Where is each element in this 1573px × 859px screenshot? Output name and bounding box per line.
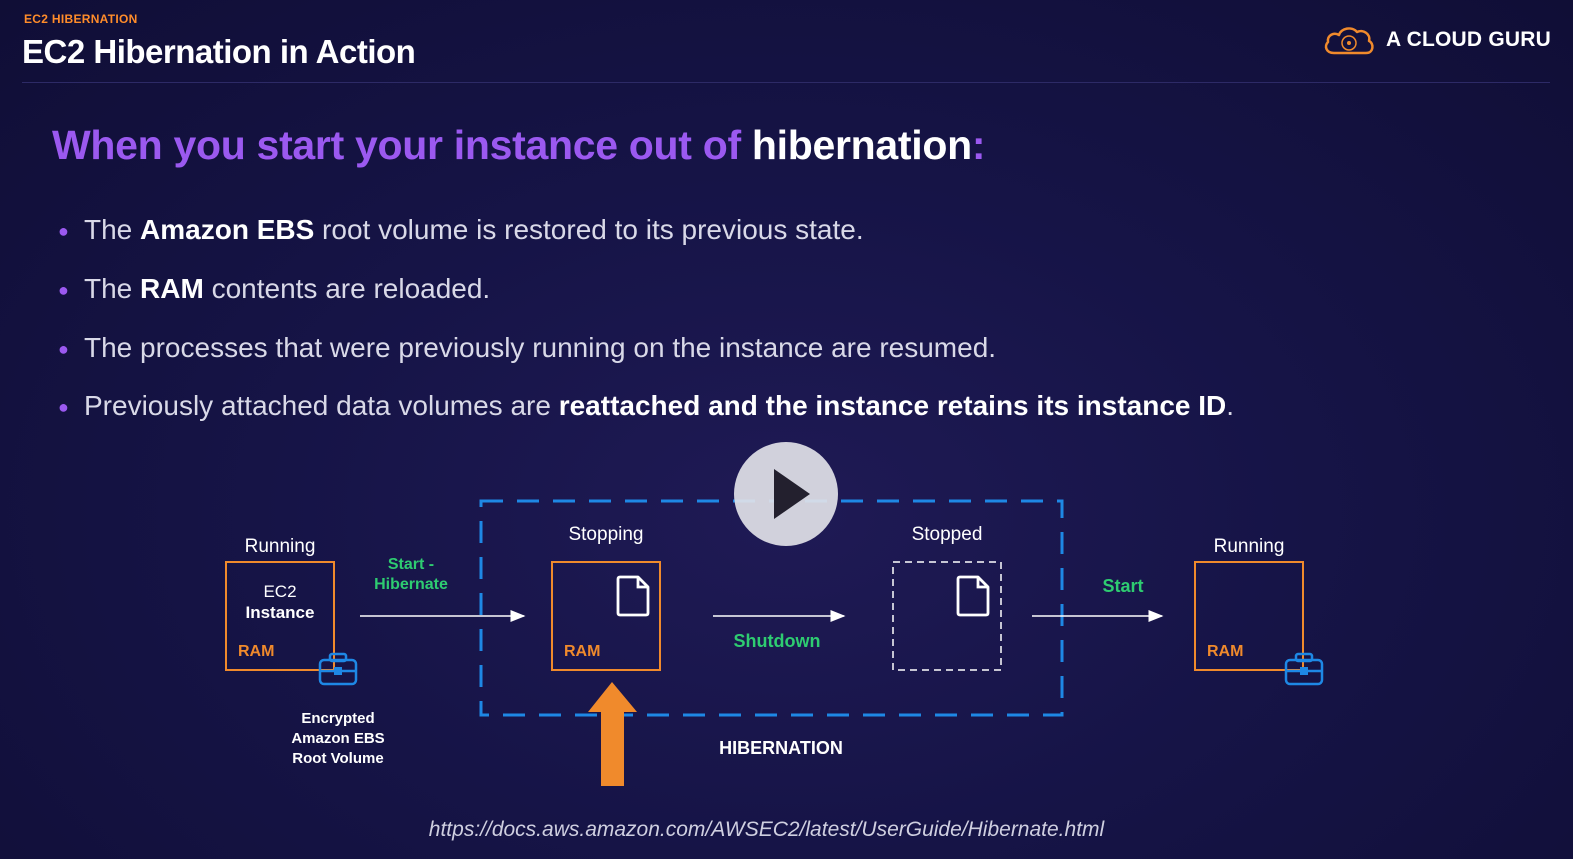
ram-label-left: RAM	[238, 643, 274, 660]
ram-label-stopping: RAM	[564, 643, 600, 660]
play-icon[interactable]	[774, 469, 810, 519]
documentation-link[interactable]: https://docs.aws.amazon.com/AWSEC2/lates…	[0, 818, 1533, 842]
ec2-label: EC2	[263, 582, 296, 601]
start-label: Start	[1102, 576, 1143, 596]
start-hibernate-line1: Start -	[388, 556, 434, 573]
stopping-label: Stopping	[568, 524, 643, 545]
running-left-label: Running	[245, 536, 316, 557]
ebs-caption-line3: Root Volume	[292, 750, 383, 767]
hibernation-label: HIBERNATION	[719, 738, 843, 758]
file-icon	[956, 575, 990, 617]
hibernation-diagram: Running EC2 Instance RAM Encrypted Amazo…	[225, 499, 1324, 786]
running-right-label: Running	[1214, 536, 1285, 557]
file-icon	[616, 575, 650, 617]
ram-label-right: RAM	[1207, 643, 1243, 660]
shutdown-label: Shutdown	[734, 631, 821, 651]
orange-up-arrow-icon	[588, 682, 637, 786]
instance-label: Instance	[246, 603, 315, 622]
ebs-caption-line2: Amazon EBS	[291, 730, 384, 747]
start-hibernate-line2: Hibernate	[374, 576, 448, 593]
stopped-label: Stopped	[912, 524, 983, 545]
ebs-caption-line1: Encrypted	[301, 710, 374, 727]
